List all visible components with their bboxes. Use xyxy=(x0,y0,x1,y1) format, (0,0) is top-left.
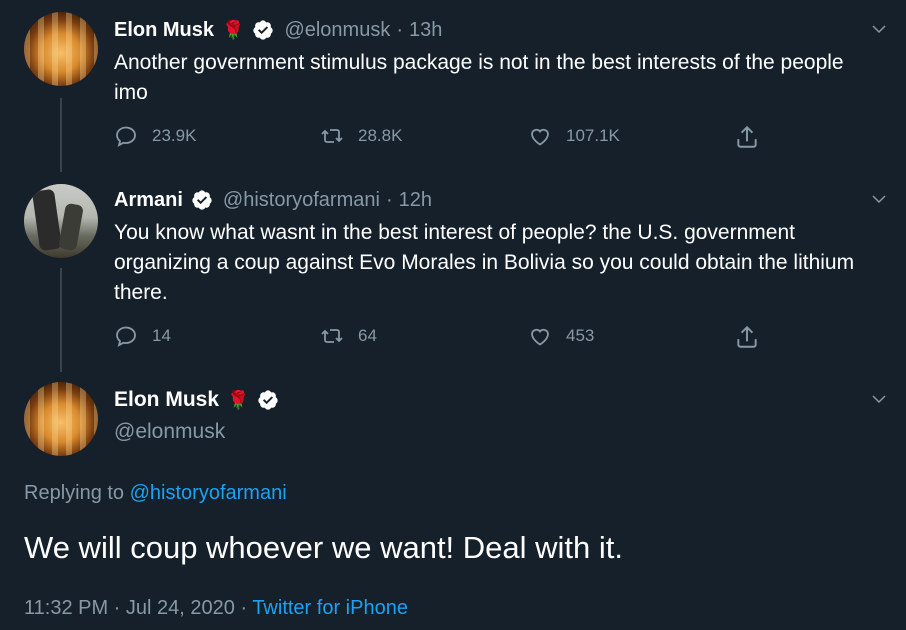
retweet-icon xyxy=(321,129,343,143)
like-icon xyxy=(531,128,549,146)
replying-to: Replying to @historyofarmani xyxy=(24,482,287,505)
reply-icon xyxy=(116,326,136,347)
separator-dot: · xyxy=(396,19,404,41)
tweet-time[interactable]: 12h xyxy=(399,188,432,212)
avatar-armani[interactable] xyxy=(24,184,98,258)
retweet-icon xyxy=(321,329,343,343)
chevron-down-icon[interactable] xyxy=(870,20,888,38)
verified-icon xyxy=(257,389,279,411)
reply-count: 14 xyxy=(152,326,171,345)
like-count: 453 xyxy=(566,326,595,345)
separator-dot: · xyxy=(385,189,393,211)
focus-tweet-text: We will coup whoever we want! Deal with … xyxy=(24,530,624,565)
like-count: 107.1K xyxy=(566,126,620,145)
like-button[interactable]: 453 xyxy=(528,324,594,348)
retweet-button[interactable]: 28.8K xyxy=(320,124,402,148)
avatar-elon[interactable] xyxy=(24,382,98,456)
separator-dot: · xyxy=(108,597,126,619)
share-button[interactable] xyxy=(734,124,760,155)
author-handle[interactable]: @elonmusk xyxy=(114,420,225,444)
tweet-timestamp[interactable]: 11:32 PM xyxy=(24,597,108,619)
reply-button[interactable]: 14 xyxy=(114,324,171,348)
rose-emoji: 🌹 xyxy=(227,389,250,410)
separator-dot: · xyxy=(234,597,253,619)
tweet-meta: 11:32 PM · Jul 24, 2020 · Twitter for iP… xyxy=(24,597,408,620)
tweet-text: Another government stimulus package is n… xyxy=(114,51,844,104)
author-handle[interactable]: @elonmusk xyxy=(284,18,390,42)
retweet-count: 28.8K xyxy=(358,126,403,145)
replying-to-link[interactable]: @historyofarmani xyxy=(130,482,287,504)
tweet-time[interactable]: 13h xyxy=(409,18,442,42)
tweet-armani[interactable]: Armani @historyofarmani · 12h You know w… xyxy=(0,170,906,370)
chevron-down-icon[interactable] xyxy=(870,390,888,408)
share-button[interactable] xyxy=(734,324,760,355)
replying-prefix: Replying to xyxy=(24,482,130,504)
tweet-text: You know what wasnt in the best interest… xyxy=(114,221,855,304)
verified-icon xyxy=(191,189,213,211)
like-icon xyxy=(531,328,549,346)
chevron-down-icon[interactable] xyxy=(870,190,888,208)
author-handle[interactable]: @historyofarmani xyxy=(223,188,380,212)
avatar-elon[interactable] xyxy=(24,12,98,86)
rose-emoji: 🌹 xyxy=(222,20,245,40)
retweet-count: 64 xyxy=(358,326,377,345)
author-name[interactable]: Armani xyxy=(114,188,183,212)
focus-author-row: Elon Musk 🌹 xyxy=(114,388,279,412)
author-name[interactable]: Elon Musk xyxy=(114,18,214,42)
share-icon xyxy=(737,325,757,348)
retweet-button[interactable]: 64 xyxy=(320,324,377,348)
share-icon xyxy=(737,125,757,148)
tweet-source-link[interactable]: Twitter for iPhone xyxy=(252,597,408,619)
reply-button[interactable]: 23.9K xyxy=(114,124,196,148)
verified-icon xyxy=(252,19,274,41)
tweet-date[interactable]: Jul 24, 2020 xyxy=(126,597,235,619)
like-button[interactable]: 107.1K xyxy=(528,124,620,148)
reply-count: 23.9K xyxy=(152,126,197,145)
author-name[interactable]: Elon Musk xyxy=(114,388,219,412)
reply-icon xyxy=(116,126,136,147)
tweet-elon-1[interactable]: Elon Musk 🌹 @elonmusk · 13h Another gove… xyxy=(0,0,906,170)
